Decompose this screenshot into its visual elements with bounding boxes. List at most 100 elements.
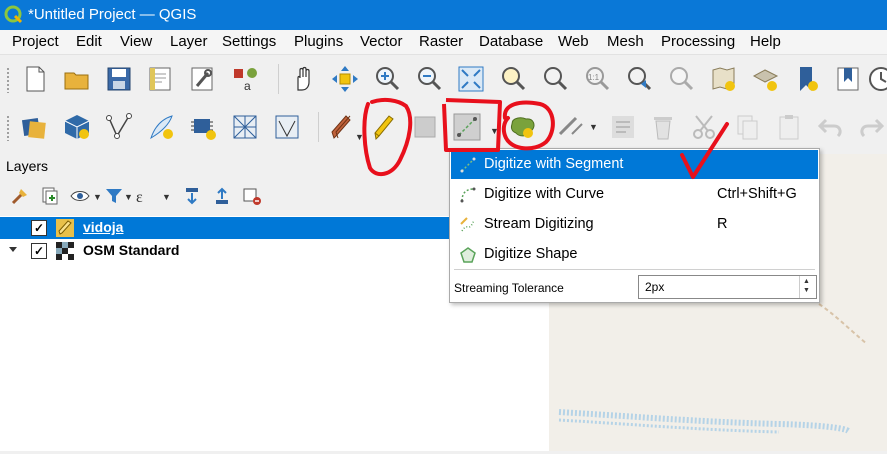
toolbar-grip[interactable] [6,115,10,141]
chevron-down-icon[interactable]: ▼ [93,192,102,202]
curve-icon [459,186,477,204]
chevron-down-icon[interactable]: ▼ [162,192,171,202]
new-project-icon[interactable] [20,64,50,94]
toolbar-separator [318,112,319,142]
menu-help[interactable]: Help [750,33,781,50]
toggle-editing-icon[interactable] [368,112,398,142]
menu-item-shortcut: Ctrl+Shift+G [717,186,797,202]
layer-visibility-checkbox[interactable]: ✓ [31,220,47,236]
new-geopackage-layer-icon[interactable] [62,112,92,142]
menu-item-label: Digitize with Curve [484,186,605,202]
pan-map-icon[interactable] [288,64,318,94]
filter-by-expression-icon[interactable]: ε [134,186,154,206]
zoom-next-icon[interactable] [666,64,696,94]
undo-icon[interactable] [816,112,846,142]
menu-raster[interactable]: Raster [419,33,463,50]
vertex-tool-icon[interactable] [556,112,586,142]
svg-text:a: a [244,79,251,93]
new-print-layout-icon[interactable] [146,64,176,94]
menu-view[interactable]: View [120,33,152,50]
menu-item-digitize-segment[interactable]: Digitize with Segment [451,150,818,179]
menu-item-label: Stream Digitizing [484,216,594,232]
layer-name: OSM Standard [83,242,180,258]
chevron-down-icon[interactable]: ▼ [355,132,364,142]
streaming-tolerance-value: 2px [645,280,665,294]
menu-mesh[interactable]: Mesh [607,33,644,50]
digitize-segment-icon[interactable] [452,112,482,142]
open-project-icon[interactable] [62,64,92,94]
menu-item-digitize-shape[interactable]: Digitize Shape [451,240,818,269]
delete-selected-icon[interactable] [648,112,678,142]
stream-icon [459,216,477,234]
new-mesh-layer-icon[interactable] [230,112,260,142]
digitizing-toolbar: ▼ ▼ ▼ [0,102,887,154]
project-toolbar: a 1:1 [0,54,887,103]
menu-vector[interactable]: Vector [360,33,403,50]
toolbar-grip[interactable] [6,67,10,93]
save-layer-edits-icon[interactable] [410,112,440,142]
window-title: *Untitled Project — QGIS [28,6,197,23]
menu-edit[interactable]: Edit [76,33,102,50]
add-group-icon[interactable] [40,186,60,206]
new-temporary-layer-icon[interactable] [146,112,176,142]
remove-layer-icon[interactable] [242,186,262,206]
menu-item-digitize-curve[interactable]: Digitize with Curve Ctrl+Shift+G [451,180,818,209]
menu-plugins[interactable]: Plugins [294,33,343,50]
expand-all-icon[interactable] [182,186,202,206]
copy-features-icon[interactable] [732,112,762,142]
layer-visibility-checkbox[interactable]: ✓ [31,243,47,259]
spinbox-arrows[interactable]: ▲ ▼ [799,276,816,298]
spin-down-icon[interactable]: ▼ [803,287,810,294]
show-bookmarks-icon[interactable] [834,64,864,94]
style-manager-icon[interactable]: a [230,64,260,94]
save-project-icon[interactable] [104,64,134,94]
menu-separator [454,269,815,270]
menu-project[interactable]: Project [12,33,59,50]
layer-name: vidoja [83,219,124,235]
chevron-down-icon[interactable]: ▼ [124,192,133,202]
new-virtual-layer-icon[interactable] [188,112,218,142]
data-source-manager-icon[interactable] [20,112,50,142]
menu-database[interactable]: Database [479,33,543,50]
toolbar-separator [278,64,279,94]
zoom-in-icon[interactable] [372,64,402,94]
filter-legend-icon[interactable] [104,186,124,206]
zoom-to-selection-icon[interactable] [498,64,528,94]
paste-features-icon[interactable] [774,112,804,142]
new-shapefile-layer-icon[interactable] [104,112,134,142]
zoom-out-icon[interactable] [414,64,444,94]
collapse-all-icon[interactable] [212,186,232,206]
menu-item-shortcut: R [717,216,728,232]
menu-web[interactable]: Web [558,33,589,50]
layer-styling-icon[interactable] [10,186,30,206]
menu-item-stream-digitizing[interactable]: Stream Digitizing R [451,210,818,239]
menu-layer[interactable]: Layer [170,33,208,50]
layers-panel-title: Layers [6,158,49,174]
shape-icon [459,246,477,264]
expand-arrow-icon[interactable] [9,247,17,252]
menu-processing[interactable]: Processing [661,33,735,50]
cut-features-icon[interactable] [690,112,720,142]
zoom-to-layer-icon[interactable] [540,64,570,94]
menu-settings[interactable]: Settings [222,33,276,50]
current-edits-icon[interactable] [326,112,356,142]
modify-attributes-icon[interactable] [608,112,638,142]
zoom-native-resolution-icon[interactable]: 1:1 [582,64,612,94]
manage-visibility-icon[interactable] [70,186,90,206]
zoom-last-icon[interactable] [624,64,654,94]
add-polygon-feature-icon[interactable] [508,112,538,142]
new-bookmark-icon[interactable] [792,64,822,94]
digitize-mode-menu: Digitize with Segment Digitize with Curv… [449,148,820,303]
chevron-down-icon[interactable]: ▼ [589,122,598,132]
new-map-view-icon[interactable] [708,64,738,94]
zoom-full-icon[interactable] [456,64,486,94]
new-3d-map-view-icon[interactable] [750,64,780,94]
pan-to-selection-icon[interactable] [330,64,360,94]
digitize-dropdown-chevron[interactable]: ▼ [490,126,499,136]
temporal-controller-icon[interactable] [866,64,887,94]
new-vector-tile-layer-icon[interactable] [272,112,302,142]
streaming-tolerance-spinbox[interactable]: 2px ▲ ▼ [638,275,817,299]
redo-icon[interactable] [856,112,886,142]
spin-up-icon[interactable]: ▲ [803,278,810,285]
layout-manager-icon[interactable] [188,64,218,94]
